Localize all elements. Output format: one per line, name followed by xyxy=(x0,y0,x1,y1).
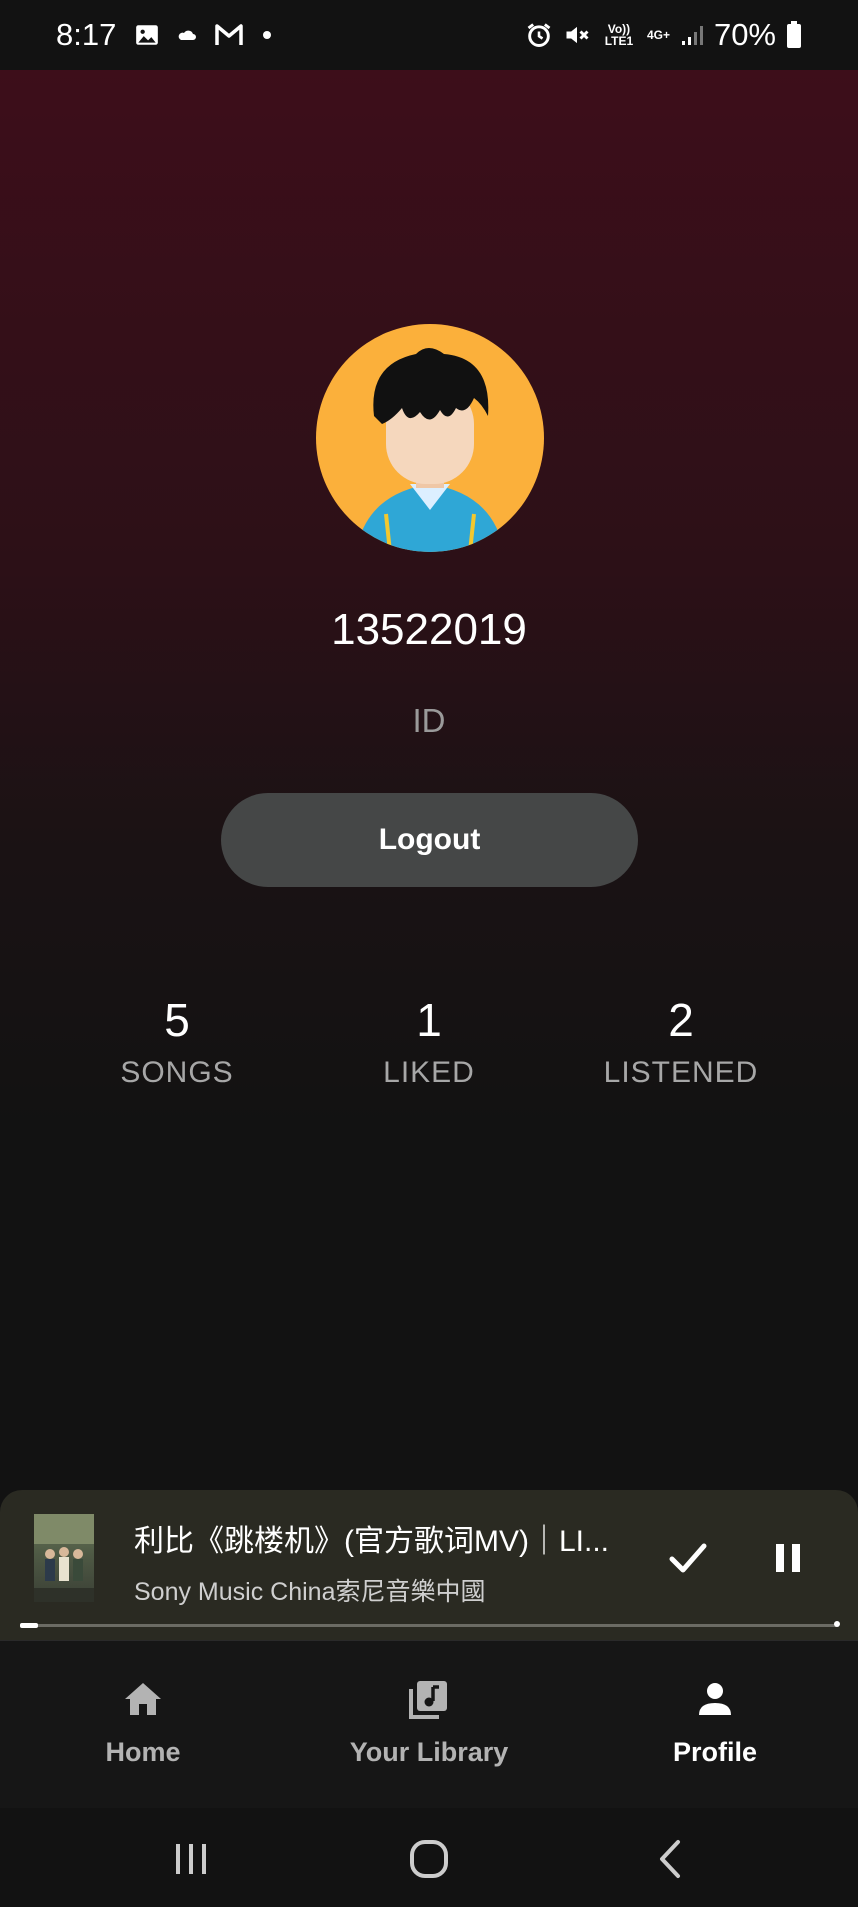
network-type: 4G+ xyxy=(646,28,670,42)
signal-icon xyxy=(680,23,704,47)
library-icon xyxy=(409,1681,447,1719)
track-title: 利比《跳楼机》(官方歌词MV)｜LI... xyxy=(134,1525,610,1558)
battery-percent: 70% xyxy=(713,17,776,52)
status-bar: 8:17 Vo)) LTE1 4G+ 70% xyxy=(0,0,858,70)
stat-songs: 5 SONGS xyxy=(57,992,297,1090)
system-nav-bar xyxy=(0,1808,858,1907)
nav-label: Your Library xyxy=(349,1737,509,1767)
stat-label: LISTENED xyxy=(603,1056,759,1089)
mini-player[interactable]: 利比《跳楼机》(官方歌词MV)｜LI... Sony Music China索尼… xyxy=(0,1490,858,1640)
user-id-label: ID xyxy=(412,702,446,739)
stat-listened: 2 LISTENED xyxy=(561,992,801,1090)
status-time: 8:17 xyxy=(56,17,117,52)
dot-icon xyxy=(262,30,272,40)
avatar xyxy=(316,324,544,552)
recent-apps-icon[interactable] xyxy=(168,1836,214,1882)
home-icon xyxy=(125,1683,161,1715)
home-system-icon[interactable] xyxy=(406,1836,452,1882)
profile-screen: 13522019 ID Logout 5 SONGS 1 LIKED 2 LIS… xyxy=(0,70,858,1490)
stat-label: SONGS xyxy=(120,1056,234,1089)
nav-home[interactable]: Home xyxy=(0,1641,286,1809)
stat-value: 5 xyxy=(164,994,190,1046)
stat-label: LIKED xyxy=(383,1056,475,1089)
nav-label: Home xyxy=(105,1737,181,1767)
progress-fill xyxy=(20,1623,38,1628)
person-icon xyxy=(699,1683,731,1715)
username: 13522019 xyxy=(331,605,527,654)
cloud-icon xyxy=(178,28,197,42)
track-artist: Sony Music China索尼音樂中國 xyxy=(134,1578,486,1606)
battery-icon xyxy=(786,21,802,49)
nav-label: Profile xyxy=(672,1737,758,1767)
check-icon[interactable] xyxy=(664,1534,712,1582)
progress-end-dot xyxy=(834,1621,840,1627)
bottom-nav: Home Your Library Profile xyxy=(0,1640,858,1809)
mute-icon xyxy=(563,21,591,49)
network-label: Vo)) LTE1 xyxy=(604,22,634,48)
stat-value: 2 xyxy=(668,994,694,1046)
logout-button[interactable]: Logout xyxy=(221,793,638,887)
nav-your-library[interactable]: Your Library xyxy=(286,1641,572,1809)
gmail-icon xyxy=(214,23,244,47)
alarm-icon xyxy=(525,21,553,49)
stat-value: 1 xyxy=(416,994,442,1046)
pause-icon[interactable] xyxy=(764,1534,812,1582)
stat-liked: 1 LIKED xyxy=(309,992,549,1090)
album-art[interactable] xyxy=(34,1514,94,1602)
gallery-icon xyxy=(134,22,160,48)
back-icon[interactable] xyxy=(648,1836,694,1882)
nav-profile[interactable]: Profile xyxy=(572,1641,858,1809)
playback-progress[interactable] xyxy=(20,1621,840,1628)
